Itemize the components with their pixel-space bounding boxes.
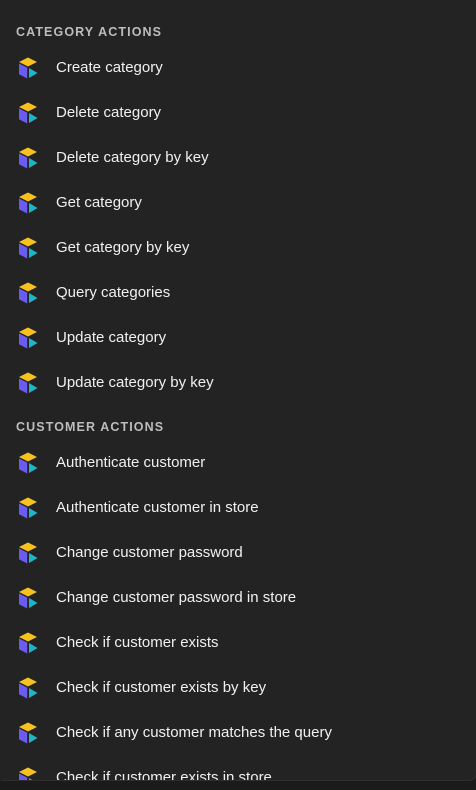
customer-actions-section: CUSTOMER ACTIONS Authenticate customer A… (0, 417, 476, 780)
commercetools-icon (16, 146, 40, 170)
action-query-categories[interactable]: Query categories (0, 270, 476, 315)
action-label: Authenticate customer in store (56, 499, 259, 516)
action-label: Create category (56, 59, 163, 76)
commercetools-icon (16, 721, 40, 745)
commercetools-icon (16, 281, 40, 305)
commercetools-icon (16, 541, 40, 565)
action-label: Update category (56, 329, 167, 346)
commercetools-icon (16, 371, 40, 395)
action-label: Change customer password in store (56, 589, 297, 606)
action-get-category[interactable]: Get category (0, 180, 476, 225)
commercetools-icon (16, 56, 40, 80)
action-delete-category-by-key[interactable]: Delete category by key (0, 135, 476, 180)
action-get-category-by-key[interactable]: Get category by key (0, 225, 476, 270)
action-label: Check if customer exists (56, 634, 219, 651)
action-authenticate-customer[interactable]: Authenticate customer (0, 440, 476, 485)
action-label: Authenticate customer (56, 454, 206, 471)
action-label: Check if any customer matches the query (56, 724, 332, 741)
action-label: Update category by key (56, 374, 214, 391)
section-header-category-actions: CATEGORY ACTIONS (16, 25, 163, 39)
commercetools-icon (16, 676, 40, 700)
action-label: Get category (56, 194, 142, 211)
commercetools-icon (16, 101, 40, 125)
action-label: Get category by key (56, 239, 190, 256)
commercetools-icon (16, 766, 40, 780)
action-label: Delete category by key (56, 149, 209, 166)
commercetools-icon (16, 451, 40, 475)
action-check-if-any-customer-matches-query[interactable]: Check if any customer matches the query (0, 710, 476, 755)
action-change-customer-password-in-store[interactable]: Change customer password in store (0, 575, 476, 620)
action-label: Change customer password (56, 544, 243, 561)
action-label: Query categories (56, 284, 171, 301)
action-check-if-customer-exists-in-store[interactable]: Check if customer exists in store (0, 755, 476, 780)
actions-list-panel: CATEGORY ACTIONS Create category Delete … (0, 0, 476, 780)
action-check-if-customer-exists[interactable]: Check if customer exists (0, 620, 476, 665)
commercetools-icon (16, 191, 40, 215)
commercetools-icon (16, 326, 40, 350)
action-change-customer-password[interactable]: Change customer password (0, 530, 476, 575)
action-label: Delete category (56, 104, 162, 121)
action-create-category[interactable]: Create category (0, 45, 476, 90)
commercetools-icon (16, 236, 40, 260)
customer-actions-list: Authenticate customer Authenticate custo… (0, 437, 476, 780)
commercetools-icon (16, 496, 40, 520)
section-header-customer-actions: CUSTOMER ACTIONS (16, 420, 165, 434)
action-update-category-by-key[interactable]: Update category by key (0, 360, 476, 405)
action-label: Check if customer exists in store (56, 769, 272, 780)
commercetools-icon (16, 631, 40, 655)
action-update-category[interactable]: Update category (0, 315, 476, 360)
category-actions-section: CATEGORY ACTIONS Create category Delete … (0, 22, 476, 405)
action-delete-category[interactable]: Delete category (0, 90, 476, 135)
action-authenticate-customer-in-store[interactable]: Authenticate customer in store (0, 485, 476, 530)
action-check-if-customer-exists-by-key[interactable]: Check if customer exists by key (0, 665, 476, 710)
category-actions-list: Create category Delete category Delete c… (0, 42, 476, 405)
action-label: Check if customer exists by key (56, 679, 267, 696)
commercetools-icon (16, 586, 40, 610)
